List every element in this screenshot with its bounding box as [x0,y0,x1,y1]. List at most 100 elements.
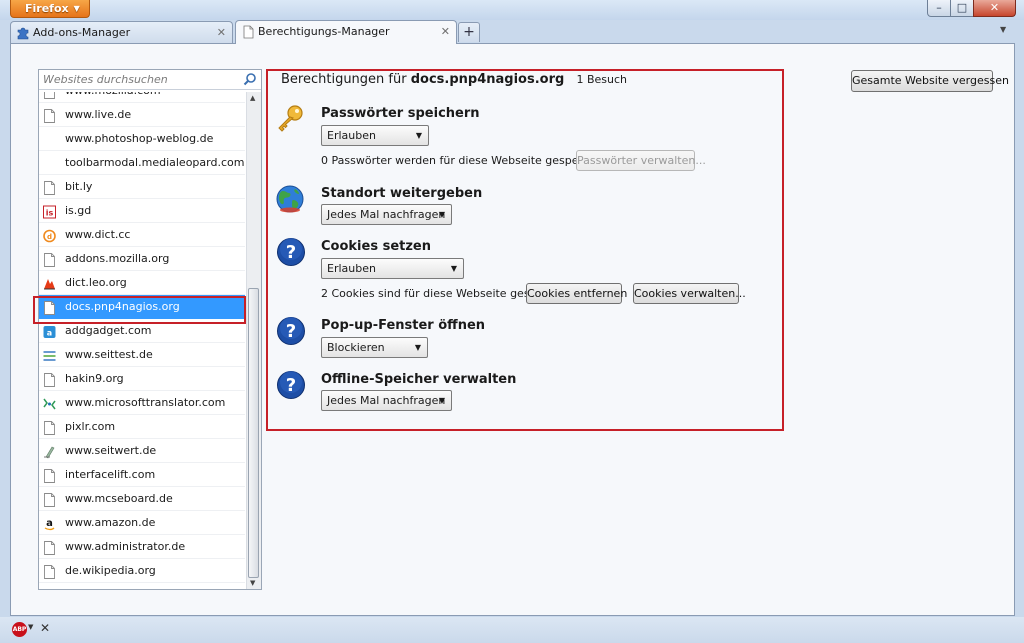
site-list-item[interactable]: www.mozilla.com [39,92,245,103]
site-list-item[interactable]: www.photoshop-weblog.de [39,127,245,151]
cookies-select[interactable]: Erlauben ▼ [321,258,464,279]
minimize-button[interactable]: – [927,0,951,17]
site-list-item[interactable]: www.live.de [39,103,245,127]
firefox-menu-label: Firefox [25,2,69,15]
site-list-item-label: www.amazon.de [65,516,156,529]
page-icon [43,564,56,579]
site-list-item-label: dict.leo.org [65,276,127,289]
scrollbar-thumb[interactable] [248,288,259,578]
site-list-item-label: interfacelift.com [65,468,156,481]
site-list-item[interactable]: interfacelift.com [39,463,245,487]
tab-addons-manager[interactable]: Add-ons-Manager ✕ [10,21,233,43]
site-list-item[interactable]: pixlr.com [39,415,245,439]
key-icon [278,105,303,132]
header-prefix: Berechtigungen für [281,72,407,87]
question-mark-icon: ? [277,317,305,345]
question-mark-icon: ? [277,238,305,266]
passwords-select[interactable]: Erlauben ▼ [321,125,429,146]
site-list-scrollbar[interactable]: ▲ ▼ [246,92,261,589]
site-list-item-label: www.photoshop-weblog.de [65,132,214,145]
amazon-favicon-icon: a [43,516,56,531]
site-list-item-label: de.wikipedia.org [65,564,156,577]
page-icon [243,25,254,39]
scroll-up-arrow-icon[interactable]: ▲ [250,94,255,102]
site-list-item[interactable]: www.microsofttranslator.com [39,391,245,415]
forget-site-button[interactable]: Gesamte Website vergessen [851,70,1009,92]
site-list-item[interactable]: addons.mozilla.org [39,247,245,271]
close-window-button[interactable]: ✕ [973,0,1016,17]
svg-text:?: ? [286,321,296,342]
addgadget-favicon-icon: a [43,324,56,338]
header-site: docs.pnp4nagios.org [410,72,565,87]
site-list-item[interactable]: www.mcseboard.de [39,487,245,511]
tab-permissions-manager[interactable]: Berechtigungs-Manager ✕ [235,20,457,44]
page-icon [43,180,56,195]
dropdown-arrow-icon: ▼ [450,264,457,273]
site-list-item[interactable]: d www.dict.cc [39,223,245,247]
passwords-select-value: Erlauben [327,129,376,142]
tab-label: Berechtigungs-Manager [258,25,390,38]
site-list-item-label: www.dict.cc [65,228,131,241]
svg-text:?: ? [286,375,296,396]
close-tab-icon[interactable]: ✕ [441,21,450,42]
firefox-menu-button[interactable]: Firefox ▼ [10,0,90,18]
site-list-item-label: addons.mozilla.org [65,252,170,265]
site-list-item-selected[interactable]: docs.pnp4nagios.org [39,295,245,319]
title-bar: Firefox ▼ – □ ✕ [0,0,1024,20]
site-list-item-label: www.microsofttranslator.com [65,396,226,409]
passwords-info: 0 Passwörter werden für diese Webseite g… [321,154,614,167]
cookies-title: Cookies setzen [321,239,431,254]
seittest-favicon-icon [43,348,56,362]
site-list-item[interactable]: toolbarmodal.medialeopard.com [39,151,245,175]
remove-cookies-button[interactable]: Cookies entfernen [526,283,627,304]
site-list-item[interactable]: www.administrator.de [39,535,245,559]
site-list-item[interactable]: a www.amazon.de [39,511,245,535]
cookies-info: 2 Cookies sind für diese Webseite gesetz… [321,287,555,300]
manage-cookies-button[interactable]: Cookies verwalten... [633,283,746,304]
popups-title: Pop-up-Fenster öffnen [321,318,486,333]
page-icon [43,540,56,555]
site-list-item[interactable]: www.seitwert.de [39,439,245,463]
location-select[interactable]: Jedes Mal nachfragen ▼ [321,204,452,225]
site-list-panel: Websites durchsuchen www.mozilla.com www.… [38,69,262,590]
visit-count: 1 Besuch [576,73,627,86]
site-list-item[interactable]: www.seittest.de [39,343,245,367]
close-icon[interactable]: ✕ [40,621,50,635]
site-list-item[interactable]: dict.leo.org [39,271,245,295]
site-list-item-label: pixlr.com [65,420,116,433]
site-list-item[interactable]: a addgadget.com [39,319,245,343]
dropdown-arrow-icon: ▼ [438,210,445,219]
page-icon [43,420,56,435]
site-list-item[interactable]: is is.gd [39,199,245,223]
svg-text:a: a [47,329,52,338]
tab-list-chevron-icon[interactable]: ▼ [1000,25,1006,34]
site-search-input[interactable]: Websites durchsuchen [39,70,261,90]
offline-storage-select[interactable]: Jedes Mal nachfragen ▼ [321,390,452,411]
site-list-item[interactable]: hakin9.org [39,367,245,391]
isgd-favicon-icon: is [43,204,56,219]
scroll-down-arrow-icon[interactable]: ▼ [250,579,255,587]
svg-text:d: d [47,233,52,241]
site-list-item-label: www.mcseboard.de [65,492,173,505]
close-tab-icon[interactable]: ✕ [217,22,226,43]
manage-passwords-button[interactable]: Passwörter verwalten... [576,150,706,171]
page-icon [43,92,56,99]
page-icon [43,108,56,123]
status-bar: ABP ▼ ✕ [0,617,1024,643]
chevron-down-icon[interactable]: ▼ [28,623,33,631]
translator-favicon-icon [43,396,56,410]
svg-text:?: ? [286,242,296,263]
maximize-button[interactable]: □ [950,0,974,17]
permissions-header: Berechtigungen für docs.pnp4nagios.org 1… [281,72,627,87]
popups-select[interactable]: Blockieren ▼ [321,337,428,358]
popups-select-value: Blockieren [327,341,385,354]
site-list-item-label: www.mozilla.com [65,92,161,97]
site-list-item[interactable]: bit.ly [39,175,245,199]
site-list-item[interactable]: de.wikipedia.org [39,559,245,583]
leo-favicon-icon [43,276,56,290]
new-tab-button[interactable]: + [458,22,480,42]
search-icon[interactable] [243,72,257,86]
adblock-plus-icon[interactable]: ABP [12,622,27,637]
chevron-down-icon: ▼ [73,4,80,13]
site-list-item-label: docs.pnp4nagios.org [65,300,180,313]
